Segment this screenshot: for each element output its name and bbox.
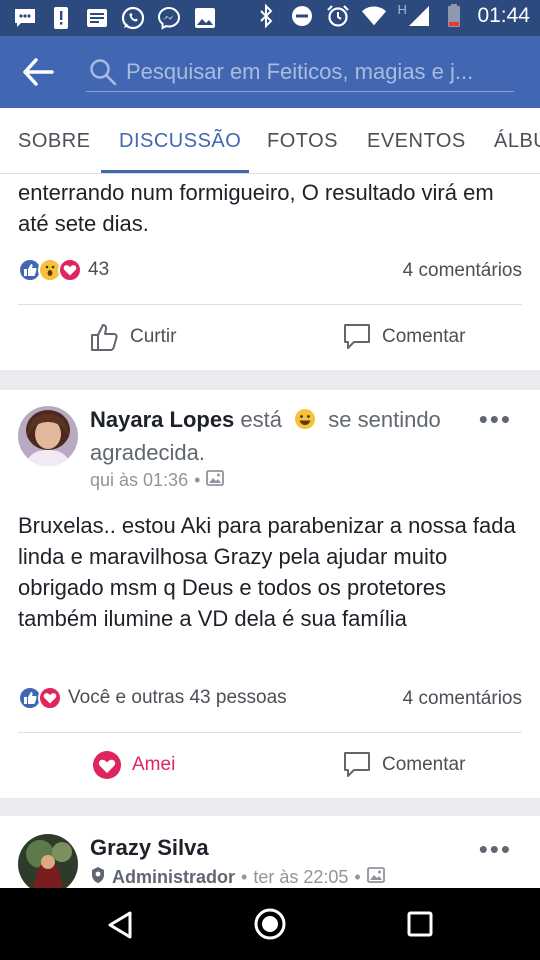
comment-label: Comentar	[382, 326, 466, 347]
separator-dot: •	[194, 470, 201, 490]
signal-icon: H	[397, 2, 431, 28]
group-tabs: SOBRE DISCUSSÃO FOTOS EVENTOS ÁLBU	[0, 108, 540, 174]
author-name[interactable]: Grazy Silva	[90, 835, 209, 861]
comments-count[interactable]: 4 comentários	[403, 260, 522, 282]
comment-label: Comentar	[382, 754, 466, 775]
reaction-summary[interactable]: Você e outras 43 pessoas	[18, 686, 287, 710]
author-name[interactable]: Nayara Lopes	[90, 407, 234, 432]
comment-button[interactable]: Comentar	[342, 750, 465, 780]
love-label: Amei	[132, 754, 176, 775]
post-text: enterrando num formigueiro, O resultado …	[18, 180, 494, 236]
separator-dot: •	[241, 867, 248, 887]
love-icon	[93, 751, 121, 779]
comment-icon	[344, 324, 370, 349]
like-label: Curtir	[130, 326, 177, 347]
network-type-label: H	[397, 2, 407, 17]
role-label: Administrador	[112, 867, 236, 887]
comment-icon	[344, 752, 370, 777]
feeling-prefix: está	[240, 407, 283, 432]
reaction-summary[interactable]: 43	[18, 258, 109, 282]
battery-icon	[441, 4, 467, 28]
chat-bubble-icon	[12, 6, 38, 30]
post-card: enterrando num formigueiro, O resultado …	[0, 174, 540, 370]
post-header: Nayara Lopes está se sentindo agradecida…	[90, 405, 490, 468]
like-button[interactable]: Curtir	[90, 322, 176, 352]
post-time[interactable]: qui às 01:36	[90, 470, 188, 491]
more-options-icon[interactable]: •••	[479, 406, 512, 432]
nav-home-icon[interactable]	[254, 908, 286, 945]
comment-button[interactable]: Comentar	[342, 322, 465, 352]
news-icon	[84, 6, 110, 30]
status-time: 01:44	[477, 4, 530, 27]
search-icon	[88, 57, 118, 87]
system-nav-bar	[0, 888, 540, 960]
status-bar: H 01:44	[0, 0, 540, 36]
divider	[18, 732, 522, 733]
post-text: Bruxelas.. estou Aki para parabenizar a …	[18, 513, 516, 631]
search-input[interactable]: Pesquisar em Feiticos, magias e j...	[86, 52, 514, 92]
love-icon	[38, 686, 62, 710]
nav-recents-icon[interactable]	[406, 910, 434, 943]
tab-eventos[interactable]: EVENTOS	[367, 130, 466, 153]
tab-fotos[interactable]: FOTOS	[267, 130, 338, 153]
avatar[interactable]	[18, 834, 78, 888]
app-bar: Pesquisar em Feiticos, magias e j...	[0, 36, 540, 108]
smile-emoji-icon	[294, 408, 316, 438]
whatsapp-icon	[120, 6, 146, 30]
alert-icon	[48, 6, 74, 30]
love-icon	[58, 258, 82, 282]
nav-back-icon[interactable]	[106, 910, 134, 945]
reaction-count: 43	[88, 259, 110, 280]
bluetooth-icon	[253, 4, 279, 28]
more-options-icon[interactable]: •••	[479, 836, 512, 862]
love-button[interactable]: Amei	[92, 750, 175, 780]
back-arrow-icon[interactable]	[22, 58, 54, 86]
tab-albuns[interactable]: ÁLBU	[494, 130, 540, 153]
post-time[interactable]: ter às 22:05	[253, 867, 348, 888]
tab-sobre[interactable]: SOBRE	[18, 130, 91, 153]
do-not-disturb-icon	[289, 4, 315, 28]
post-meta: qui às 01:36 •	[90, 470, 225, 491]
post-meta: Administrador • ter às 22:05 •	[90, 866, 385, 888]
divider	[18, 304, 522, 305]
admin-badge-icon	[90, 866, 106, 888]
reactions-text: Você e outras 43 pessoas	[68, 687, 287, 708]
avatar[interactable]	[18, 406, 78, 466]
post-card: Nayara Lopes está se sentindo agradecida…	[0, 390, 540, 798]
search-placeholder: Pesquisar em Feiticos, magias e j...	[126, 58, 474, 84]
messenger-icon	[156, 6, 182, 30]
photo-audience-icon	[206, 470, 225, 491]
post-card: Grazy Silva ••• Administrador • ter às 2…	[0, 816, 540, 888]
wifi-icon	[361, 4, 387, 28]
thumbs-up-icon	[91, 324, 118, 351]
tab-discussao[interactable]: DISCUSSÃO	[119, 130, 241, 153]
comments-count[interactable]: 4 comentários	[403, 688, 522, 710]
image-icon	[192, 6, 218, 30]
separator-dot: •	[354, 867, 361, 887]
photo-audience-icon	[366, 867, 385, 888]
alarm-icon	[325, 4, 351, 28]
